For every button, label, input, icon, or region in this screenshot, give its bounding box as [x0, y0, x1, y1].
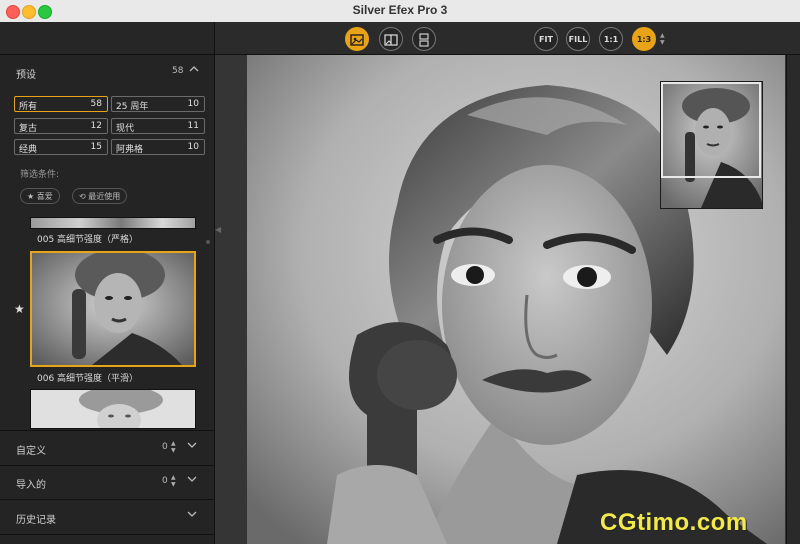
watermark: CGtimo.com	[600, 509, 748, 536]
single-image-icon	[350, 34, 364, 46]
preset-caption: 006 高细节强度（平滑）	[37, 374, 139, 384]
right-panel-collapsed[interactable]	[786, 55, 800, 544]
recent-filter[interactable]: ⟲ 最近使用	[72, 188, 128, 204]
sidebar: 预设 58 所有 58 25 周年 10 复古 12 现代 11 经典 15 阿…	[0, 55, 215, 544]
presets-label: 预设	[16, 70, 36, 81]
sort-stepper-icon[interactable]: ▲ ▼	[171, 440, 176, 454]
zoom-1-3-button[interactable]: 1:3	[632, 27, 656, 51]
category-modern[interactable]: 现代 11	[111, 118, 205, 134]
sidebar-header	[0, 22, 215, 54]
custom-section-label: 自定义	[16, 446, 46, 457]
scrollbar-indicator[interactable]	[206, 240, 210, 244]
portrait-thumbnail-image	[32, 253, 194, 365]
title-bar: Silver Efex Pro 3	[0, 0, 800, 23]
history-section-label: 历史记录	[16, 515, 56, 526]
preset-thumbnail-selected[interactable]	[30, 251, 196, 367]
category-25th-anniversary[interactable]: 25 周年 10	[111, 96, 205, 112]
favorite-star-icon[interactable]: ★	[14, 302, 25, 316]
imported-section-header[interactable]: 导入的 0 ▲ ▼	[0, 465, 214, 500]
preset-thumbnail[interactable]	[30, 217, 196, 229]
single-view-button[interactable]	[345, 27, 369, 51]
navigator-thumbnail[interactable]	[660, 81, 763, 209]
window-title: Silver Efex Pro 3	[352, 3, 448, 17]
category-classic[interactable]: 经典 15	[14, 139, 108, 155]
imported-section-count: 0	[162, 476, 168, 486]
custom-section-count: 0	[162, 442, 168, 452]
split-view-icon	[384, 34, 398, 46]
zoom-fill-button[interactable]: FILL	[566, 27, 590, 51]
side-by-side-icon	[419, 33, 429, 47]
preset-thumbnail[interactable]	[30, 389, 196, 429]
chevron-down-icon[interactable]	[186, 473, 198, 485]
portrait-thumbnail-image	[79, 390, 163, 428]
history-section-header[interactable]: 历史记录	[0, 500, 214, 535]
sort-stepper-icon[interactable]: ▲ ▼	[171, 474, 176, 488]
split-view-button[interactable]	[379, 27, 403, 51]
category-agfa[interactable]: 阿弗格 10	[111, 139, 205, 155]
preset-caption: 005 高细节强度（严格）	[37, 235, 139, 245]
presets-count: 58	[172, 66, 184, 76]
category-vintage[interactable]: 复古 12	[14, 118, 108, 134]
side-by-side-button[interactable]	[412, 27, 436, 51]
favorites-filter[interactable]: ★ 喜爱	[20, 188, 60, 204]
custom-section-header[interactable]: 自定义 0 ▲ ▼	[0, 430, 214, 466]
category-all[interactable]: 所有 58	[14, 96, 108, 112]
navigator-viewport[interactable]	[661, 82, 761, 178]
chevron-up-icon[interactable]	[188, 63, 200, 75]
zoom-fit-button[interactable]: FIT	[534, 27, 558, 51]
filter-label: 筛选条件:	[20, 170, 60, 180]
zoom-stepper-icon[interactable]: ▲ ▼	[660, 32, 666, 46]
zoom-1-1-button[interactable]: 1:1	[599, 27, 623, 51]
chevron-down-icon[interactable]	[186, 508, 198, 520]
imported-section-label: 导入的	[16, 480, 46, 491]
chevron-down-icon[interactable]	[186, 439, 198, 451]
presets-header[interactable]: 预设 58	[0, 55, 214, 89]
collapse-left-arrow-icon[interactable]: ◀	[215, 225, 221, 234]
